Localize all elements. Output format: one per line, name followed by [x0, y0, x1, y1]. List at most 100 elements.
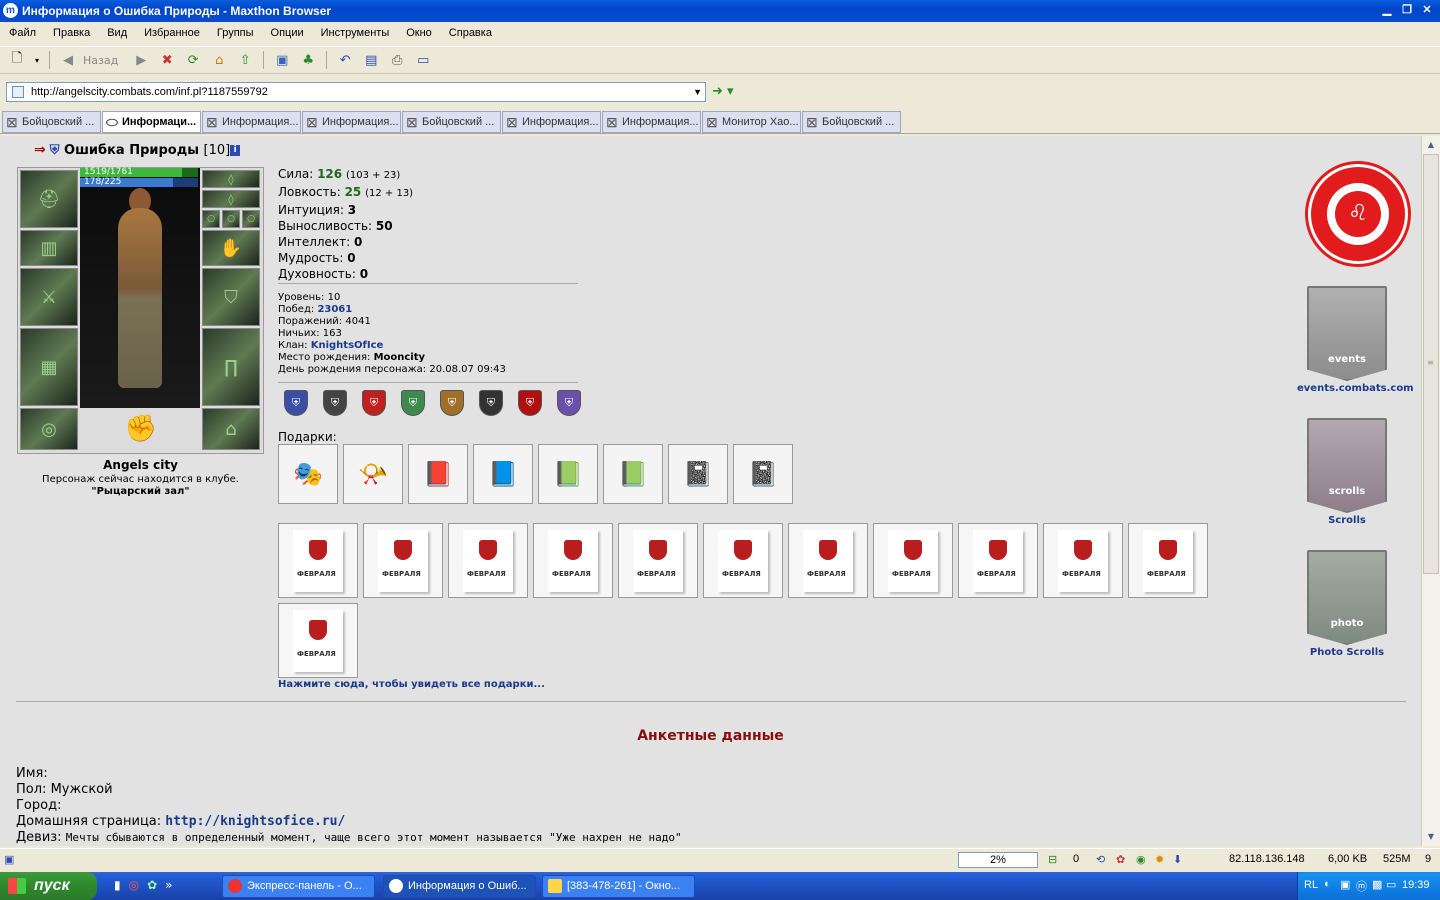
amulet-slot[interactable]: ◊ [202, 190, 260, 208]
plugin-icon[interactable]: ✹ [1155, 853, 1164, 866]
all-gifts-link[interactable]: Нажмите сюда, чтобы увидеть все подарки.… [278, 679, 545, 690]
language-indicator[interactable]: RL [1304, 879, 1318, 891]
tab-close-icon[interactable]: ⊠ [806, 114, 822, 131]
tab-0[interactable]: ⊠ Бойцовский ... [2, 111, 101, 133]
ring-slot[interactable]: ○ [202, 210, 220, 228]
tab-1[interactable]: ⬭ Информаци... [102, 111, 201, 133]
shield-badge-icon[interactable]: ⛨ [479, 390, 503, 416]
armor-slot[interactable]: ▦ [20, 328, 78, 406]
tab-3[interactable]: ⊠ Информация... [302, 111, 401, 133]
shield-badge-icon[interactable]: ⛨ [440, 390, 464, 416]
violet-book-icon[interactable]: 📓 [733, 444, 793, 504]
tab-close-icon[interactable]: ⊠ [706, 114, 722, 131]
chevron-down-icon[interactable]: ▾ [32, 50, 42, 70]
shield-badge-icon[interactable]: ⛨ [284, 390, 308, 416]
boots-slot[interactable]: ⌂ [202, 408, 260, 450]
tab-8[interactable]: ⊠ Бойцовский ... [802, 111, 901, 133]
homepage-link[interactable]: http://knightsofice.ru/ [165, 814, 345, 829]
dark-book-icon[interactable]: 📘 [473, 444, 533, 504]
tab-6[interactable]: ⊠ Информация... [602, 111, 701, 133]
green-book-icon[interactable]: 📗 [603, 444, 663, 504]
february-card-gift[interactable]: ФЕВРАЛЯ [278, 523, 358, 598]
photo-banner[interactable]: photo Photo Scrolls [1297, 550, 1397, 658]
scrolls-link[interactable]: Scrolls [1297, 515, 1397, 526]
leggings-slot[interactable]: ∏ [202, 328, 260, 406]
menu-window[interactable]: Окно [397, 24, 440, 44]
february-card-gift[interactable]: ФЕВРАЛЯ [618, 523, 698, 598]
tab-7[interactable]: ⊠ Монитор Хао... [702, 111, 801, 133]
opera-icon[interactable]: ◎ [129, 878, 139, 892]
shield-badge-icon[interactable]: ⛨ [362, 390, 386, 416]
screenshot-icon[interactable]: ⎙ [386, 50, 408, 70]
tray-app-icon[interactable]: ◐ [1324, 878, 1331, 890]
sidebar-icon[interactable]: ▤ [360, 50, 382, 70]
purple-book-icon[interactable]: 📓 [668, 444, 728, 504]
bracers-slot[interactable]: ▥ [20, 230, 78, 266]
title-bar[interactable]: m Информация о Ошибка Природы - Maxthon … [0, 0, 1440, 22]
menu-file[interactable]: Файл [0, 24, 44, 44]
photo-scrolls-link[interactable]: Photo Scrolls [1297, 647, 1397, 658]
shield-badge-icon[interactable]: ⛨ [323, 390, 347, 416]
tab-close-icon[interactable]: ⊠ [306, 114, 322, 131]
menu-view[interactable]: Вид [98, 24, 135, 44]
tab-4[interactable]: ⊠ Бойцовский ... [402, 111, 501, 133]
go-button[interactable]: ➜ ▾ [712, 84, 746, 102]
ring-slot[interactable]: ○ [222, 210, 240, 228]
red-book-icon[interactable]: 📕 [408, 444, 468, 504]
belt-slot[interactable]: ◎ [20, 408, 78, 450]
scrolls-banner[interactable]: scrolls Scrolls [1297, 418, 1397, 526]
february-card-gift[interactable]: ФЕВРАЛЯ [703, 523, 783, 598]
vertical-scrollbar[interactable]: ▲ ≡ ▼ [1421, 136, 1440, 846]
groups-icon[interactable]: ▣ [271, 50, 293, 70]
february-card-gift[interactable]: ФЕВРАЛЯ [278, 603, 358, 678]
task-info-window[interactable]: Информация о Ошиб... [383, 875, 536, 898]
weapon-slot[interactable]: ⚔ [20, 268, 78, 326]
scroll-down-button[interactable]: ▼ [1423, 829, 1439, 845]
tree-icon[interactable]: ♣ [297, 50, 319, 70]
tab-5[interactable]: ⊠ Информация... [502, 111, 601, 133]
rss-icon[interactable]: ◉ [1136, 853, 1146, 866]
window-icon[interactable]: ▭ [412, 50, 434, 70]
minimize-button[interactable]: ▁ [1378, 2, 1396, 19]
go-up-icon[interactable]: ⇧ [234, 50, 256, 70]
lion-seal-icon[interactable]: ♌ [1308, 164, 1408, 264]
tab-close-icon[interactable]: ⊠ [206, 114, 222, 131]
popup-blocker-icon[interactable]: ⊟ [1048, 853, 1057, 866]
tray-app-icon[interactable]: ▣ [1340, 878, 1350, 891]
february-card-gift[interactable]: ФЕВРАЛЯ [448, 523, 528, 598]
task-chat-window[interactable]: [383-478-261] - Окно... [542, 875, 695, 898]
forward-icon[interactable]: ▶ [130, 50, 152, 70]
february-card-gift[interactable]: ФЕВРАЛЯ [1043, 523, 1123, 598]
menu-options[interactable]: Опции [262, 24, 312, 44]
refresh-icon[interactable]: ⟳ [182, 50, 204, 70]
february-card-gift[interactable]: ФЕВРАЛЯ [533, 523, 613, 598]
february-card-gift[interactable]: ФЕВРАЛЯ [363, 523, 443, 598]
tab-close-icon[interactable]: ⊠ [406, 114, 422, 131]
sync-icon[interactable]: ⟲ [1096, 853, 1105, 866]
tab-close-icon[interactable]: ⊠ [506, 114, 522, 131]
download-icon[interactable]: ⬇ [1173, 853, 1182, 866]
gloves-slot[interactable]: ✋ [202, 230, 260, 266]
info-icon[interactable]: i [230, 145, 241, 156]
wins-link[interactable]: 23061 [317, 304, 352, 315]
quicklaunch-app-icon[interactable]: ▮ [114, 878, 121, 892]
url-input[interactable]: http://angelscity.combats.com/inf.pl?118… [6, 82, 706, 102]
earrings-slot[interactable]: ◊ [202, 170, 260, 188]
network-icon[interactable]: ▩ [1372, 878, 1382, 891]
back-icon[interactable]: ◀ [57, 50, 79, 70]
tab-close-icon[interactable]: ⊠ [6, 114, 22, 131]
helmet-slot[interactable]: ⛑ [20, 170, 78, 228]
home-icon[interactable]: ⌂ [208, 50, 230, 70]
shield-badge-icon[interactable]: ⛨ [557, 390, 581, 416]
february-card-gift[interactable]: ФЕВРАЛЯ [788, 523, 868, 598]
jester-hat-icon[interactable]: 🎭 [278, 444, 338, 504]
tab-close-icon[interactable]: ⊠ [606, 114, 622, 131]
scroll-up-button[interactable]: ▲ [1423, 137, 1439, 153]
ad-hunter-icon[interactable]: ✿ [1116, 853, 1125, 866]
maxthon-tray-icon[interactable]: ⓜ [1356, 878, 1367, 894]
february-card-gift[interactable]: ФЕВРАЛЯ [1128, 523, 1208, 598]
icq-icon[interactable]: ✿ [147, 878, 157, 892]
menu-help[interactable]: Справка [440, 24, 500, 44]
restore-button[interactable]: ❐ [1398, 2, 1416, 19]
undo-icon[interactable]: ↶ [334, 50, 356, 70]
